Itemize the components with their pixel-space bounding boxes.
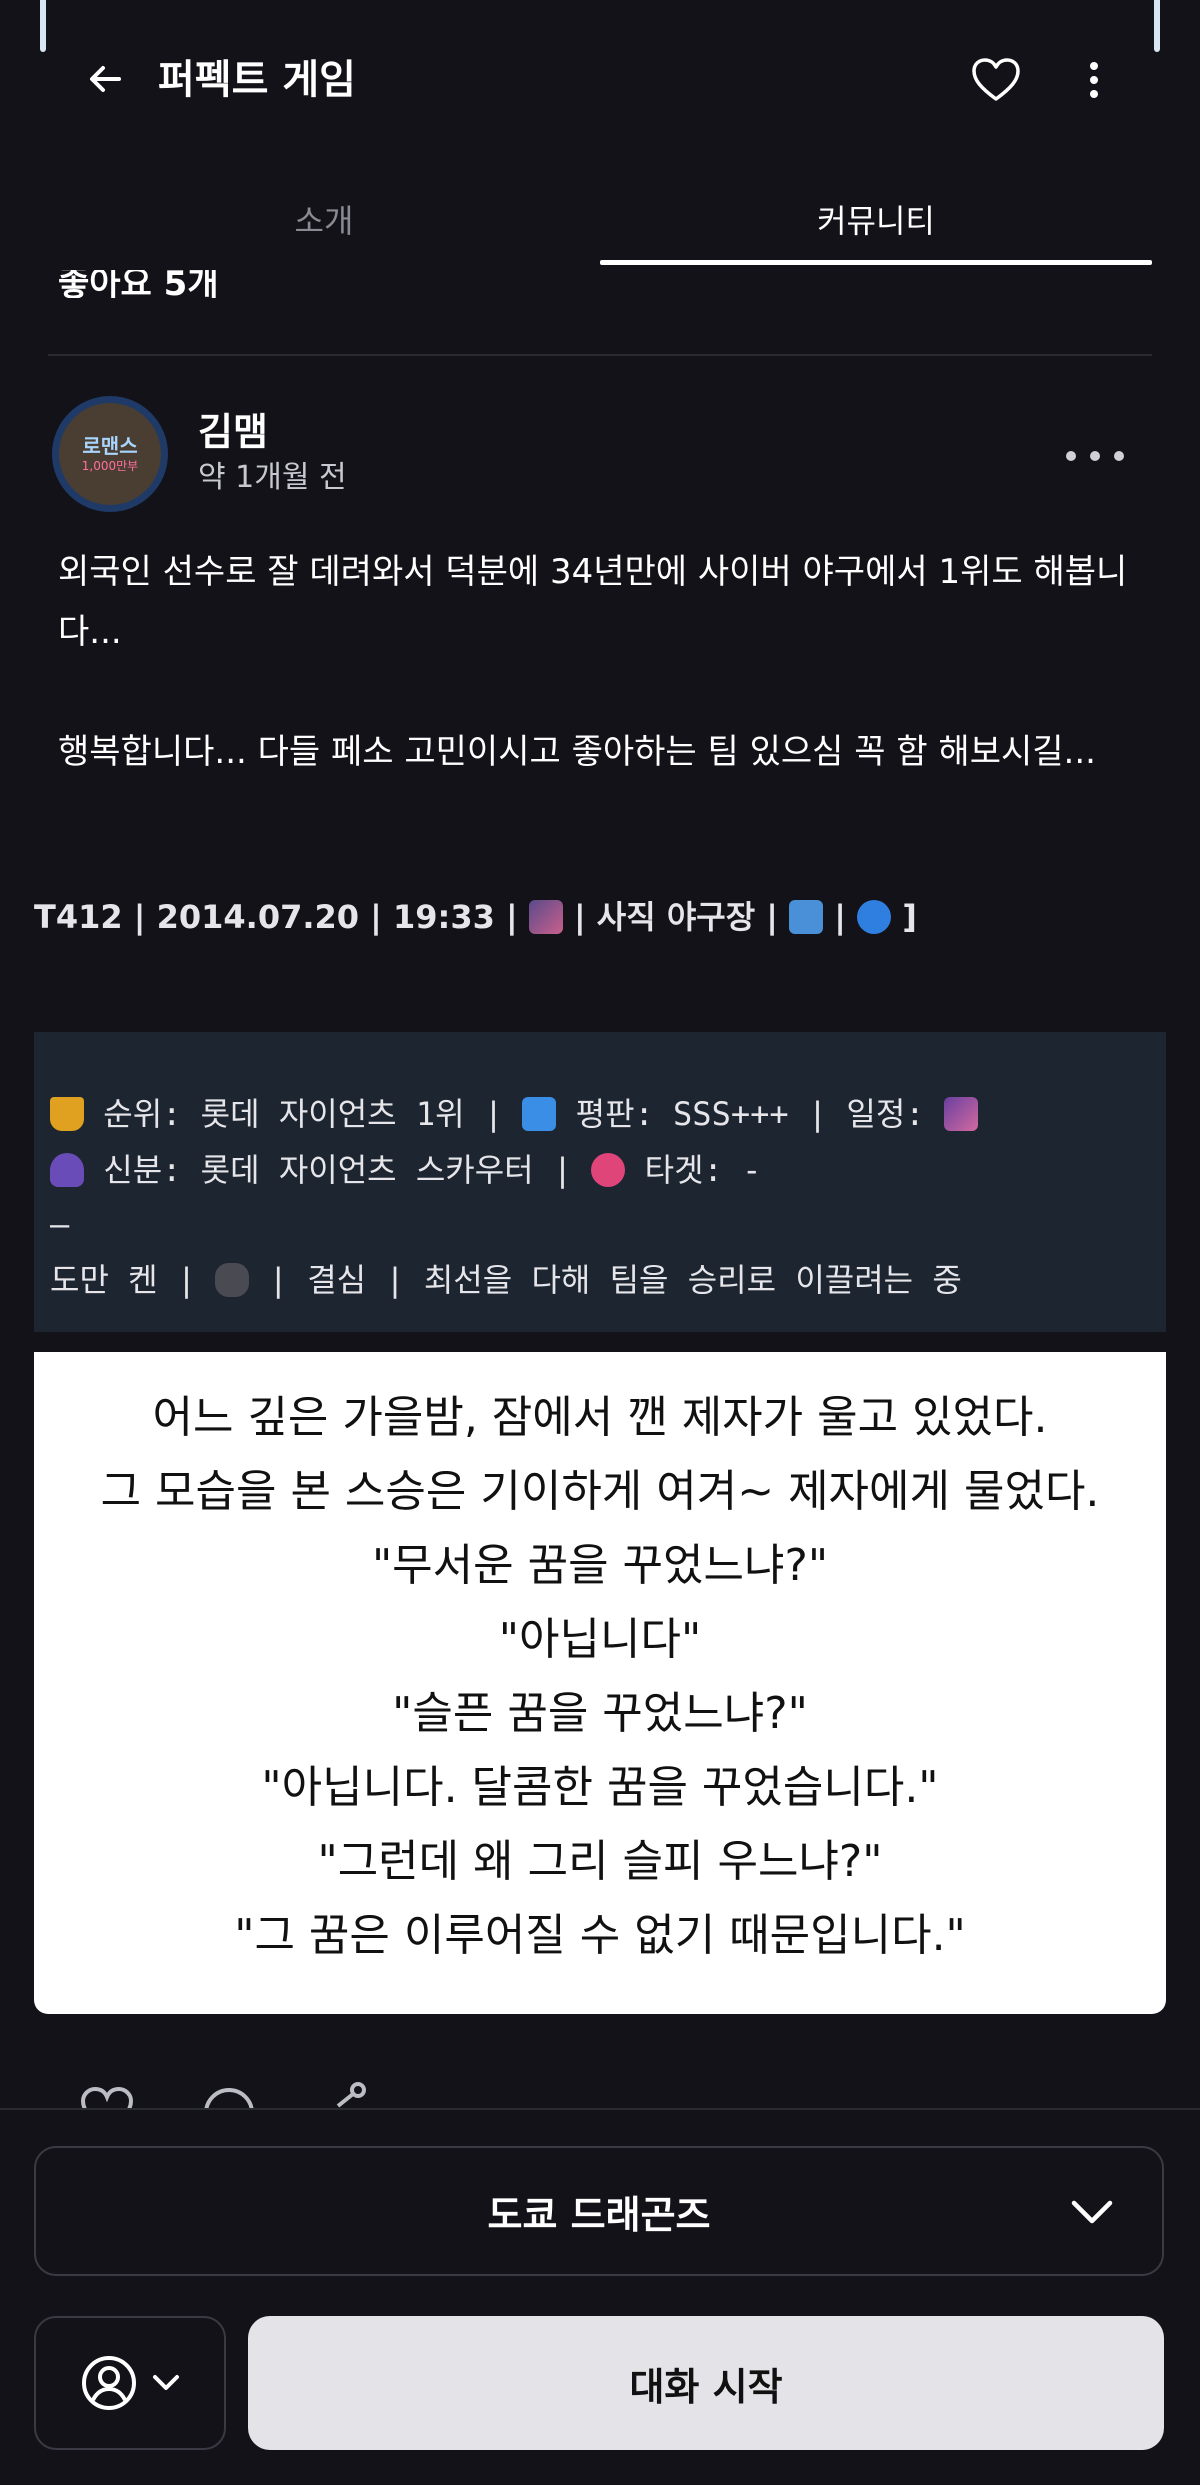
story-line: "슬픈 꿈을 꾸었느냐?": [392, 1688, 808, 1739]
more-dot: [1114, 451, 1124, 461]
panel-line-separator: —: [50, 1205, 70, 1243]
status-text-2: | 사직 야구장 |: [562, 898, 790, 936]
bottom-bar: 도쿄 드래곤즈 대화 시작: [0, 2108, 1200, 2485]
character-select[interactable]: 도쿄 드래곤즈: [34, 2146, 1164, 2276]
share-icon[interactable]: [328, 2080, 368, 2108]
comment-icon[interactable]: [202, 2086, 256, 2108]
status-text-3: |: [823, 898, 858, 936]
panel-line-character: 도만 켄 | | 결심 | 최선을 다해 팀을 승리로 이끌려는 중: [50, 1258, 962, 1302]
favorite-button[interactable]: [968, 52, 1024, 108]
post-actions: [60, 2080, 420, 2108]
blue-circle-icon: [857, 900, 892, 934]
app-header: 퍼펙트 게임: [0, 0, 1200, 165]
like-heart-icon[interactable]: [80, 2086, 134, 2108]
story-line: "아닙니다": [498, 1614, 702, 1665]
tab-community[interactable]: 커뮤니티: [600, 170, 1152, 268]
heart-arrow-icon: [591, 1153, 626, 1187]
story-line: 어느 깊은 가을밤, 잠에서 깬 제자가 울고 있었다.: [152, 1392, 1048, 1443]
story-image: 어느 깊은 가을밤, 잠에서 깬 제자가 울고 있었다. 그 모습을 본 스승은…: [34, 1352, 1166, 2014]
panel-target-text: 타겟: -: [625, 1151, 762, 1189]
post-more-button[interactable]: [1066, 432, 1124, 480]
trophy-icon: [50, 1097, 84, 1131]
story-line: "그런데 왜 그리 슬피 우느냐?": [317, 1836, 883, 1887]
likes-count: 좋아요 5개: [58, 270, 219, 298]
status-text-1: T412 | 2014.07.20 | 19:33 |: [34, 898, 529, 936]
chart-increasing-icon: [522, 1097, 557, 1131]
more-vertical-icon: [1090, 62, 1098, 98]
persona-chevron-down-icon: [153, 2375, 179, 2390]
avatar-image: 로맨스 1,000만부: [59, 403, 161, 505]
gorilla-icon: [215, 1263, 250, 1297]
more-dot: [1066, 451, 1076, 461]
header-more-button[interactable]: [1074, 52, 1114, 108]
story-line: 그 모습을 본 스승은 기이하게 여겨~ 제자에게 물었다.: [100, 1466, 1100, 1517]
story-line: "그 꿈은 이루어질 수 없기 때문입니다.": [234, 1910, 966, 1961]
post-body: 외국인 선수로 잘 데려와서 덕분에 34년만에 사이버 야구에서 1위도 해봅…: [58, 552, 1128, 772]
avatar-text-1: 로맨스: [82, 434, 138, 458]
person-silhouette-icon: [50, 1153, 84, 1187]
status-text-4: ]: [891, 898, 917, 936]
tab-bar: 소개 커뮤니티: [0, 170, 1200, 270]
start-chat-button[interactable]: 대화 시작: [248, 2316, 1164, 2450]
character-select-label: 도쿄 드래곤즈: [487, 2192, 711, 2237]
arrow-left-icon: [90, 66, 121, 92]
story-line: "무서운 꿈을 꾸었느냐?": [371, 1540, 829, 1591]
heart-outline-icon: [972, 58, 1020, 101]
panel-rank-text: 순위: 롯데 자이언츠 1위 |: [84, 1095, 523, 1133]
panel-identity-text: 신분: 롯데 자이언츠 스카우터 |: [84, 1151, 592, 1189]
chevron-down-icon: [1070, 2190, 1114, 2234]
avatar-text-2: 1,000만부: [81, 459, 139, 473]
persona-button[interactable]: [34, 2316, 226, 2450]
male-sign-icon: [789, 900, 824, 934]
panel-line-identity: 신분: 롯데 자이언츠 스카우터 | 타겟: -: [50, 1148, 761, 1192]
panel-resolve-text: | 결심 | 최선을 다해 팀을 승리로 이끌려는 중: [249, 1261, 962, 1299]
panel-reputation-text: 평판: SSS+++ | 일정:: [556, 1095, 944, 1133]
page-title: 퍼펙트 게임: [158, 57, 356, 103]
status-panel-image: 순위: 롯데 자이언츠 1위 | 평판: SSS+++ | 일정: 신분: 롯데…: [34, 1032, 1166, 1332]
avatar[interactable]: 로맨스 1,000만부: [52, 396, 168, 512]
more-dot: [1090, 451, 1100, 461]
post-divider: [48, 354, 1152, 356]
tab-intro[interactable]: 소개: [48, 170, 600, 268]
city-night-icon: [528, 900, 563, 934]
author-name[interactable]: 김맴: [198, 408, 268, 456]
back-button[interactable]: [78, 52, 132, 106]
user-circle-icon: [82, 2356, 136, 2410]
post-time: 약 1개월 전: [198, 460, 347, 495]
panel-character-text: 도만 켄 |: [50, 1261, 216, 1299]
status-line: T412 | 2014.07.20 | 19:33 | | 사직 야구장 | |…: [34, 892, 917, 942]
fireworks-icon: [943, 1097, 978, 1131]
story-line: "아닙니다. 달콤한 꿈을 꾸었습니다.": [261, 1762, 939, 1813]
previous-post-likes: 좋아요 5개: [0, 270, 1200, 298]
panel-line-rank: 순위: 롯데 자이언츠 1위 | 평판: SSS+++ | 일정:: [50, 1092, 978, 1136]
active-tab-indicator: [600, 260, 1152, 265]
